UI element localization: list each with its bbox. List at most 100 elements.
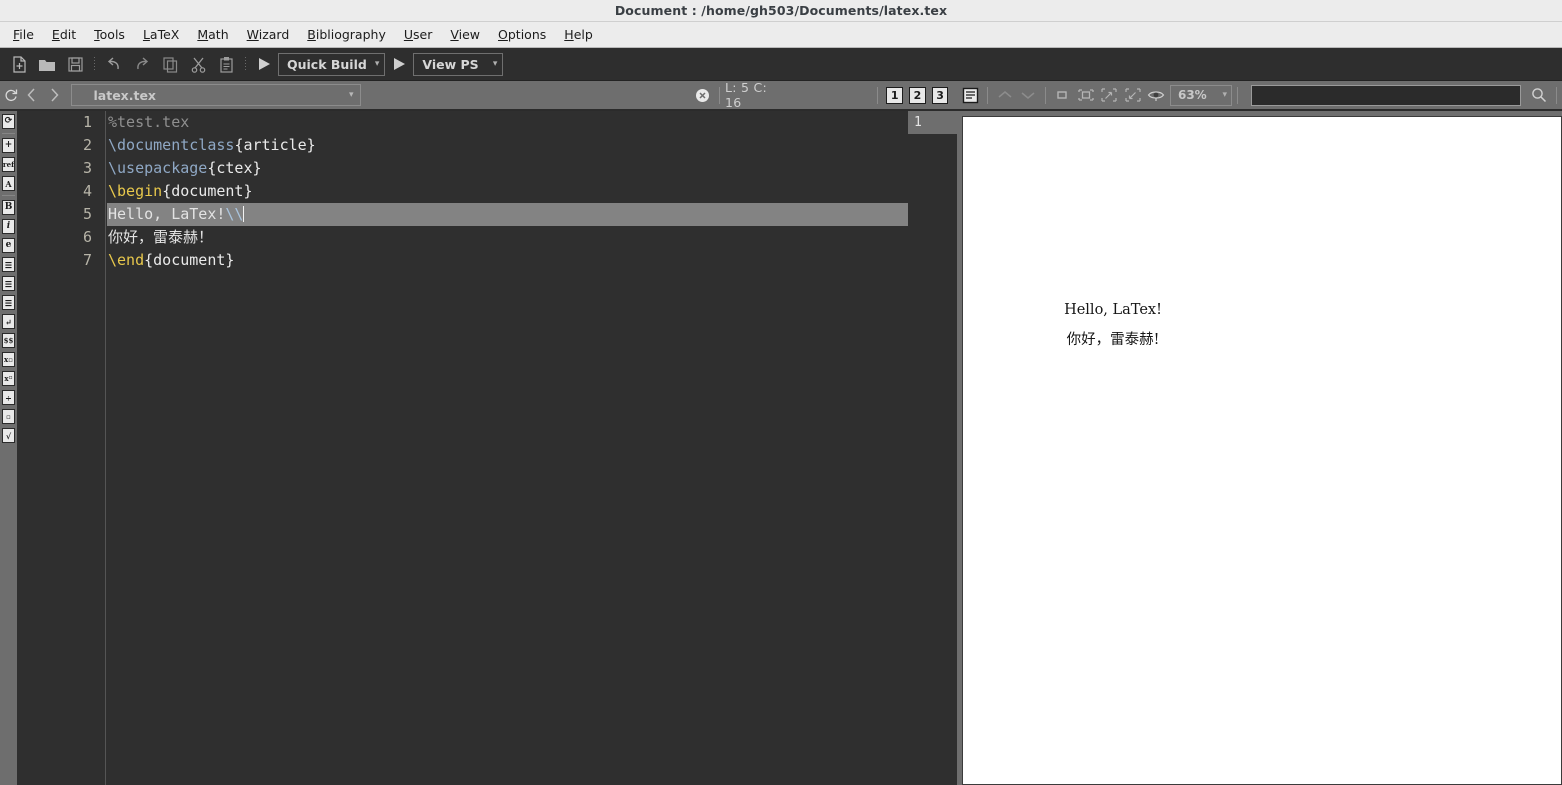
italic-icon[interactable]: i (1, 217, 16, 236)
sqrt-icon[interactable]: √ (1, 426, 16, 445)
menu-wizard[interactable]: Wizard (238, 24, 299, 45)
token-argument: {ctex} (207, 159, 262, 177)
close-circle-icon[interactable] (691, 83, 714, 107)
menu-latex[interactable]: LaTeX (134, 24, 188, 45)
menu-options[interactable]: Options (489, 24, 555, 45)
divider-2 (877, 86, 879, 104)
paste-icon[interactable] (213, 51, 239, 77)
secondary-toolbar: latex.tex ▾ L: 5 C: 16 1 2 3 63% ▾ (0, 80, 1562, 110)
menu-tools[interactable]: Tools (85, 24, 134, 45)
open-folder-icon[interactable] (34, 51, 60, 77)
page-marker-strip: 1 (908, 111, 957, 785)
chevron-up-icon[interactable] (993, 83, 1016, 107)
cursor-position: L: 5 C: 16 (724, 80, 768, 110)
zoom-in-icon[interactable] (1098, 83, 1121, 107)
menu-file[interactable]: File (4, 24, 43, 45)
menu-edit[interactable]: Edit (43, 24, 85, 45)
main-toolbar: Quick Build ▾ View PS ▾ (0, 48, 1562, 81)
divider-6 (1555, 86, 1557, 104)
quick-build-dropdown[interactable]: Quick Build ▾ (278, 52, 386, 76)
toolbar-separator (90, 54, 99, 74)
cut-icon[interactable] (185, 51, 211, 77)
nav-back-button[interactable] (20, 83, 43, 107)
emphasis-icon[interactable]: e (1, 236, 16, 255)
chevron-down-icon-zoom: ▾ (1222, 90, 1227, 100)
binomial-icon[interactable]: ▫ (1, 407, 16, 426)
window-titlebar: Document : /home/gh503/Documents/latex.t… (0, 0, 1562, 22)
chevron-down-icon-2: ▾ (492, 59, 498, 69)
line-number: 7 (82, 251, 92, 269)
menu-view[interactable]: View (441, 24, 489, 45)
zoom-level-dropdown[interactable]: 63% ▾ (1169, 84, 1232, 106)
line-number: 4 (82, 182, 92, 200)
code-line-5-current[interactable]: Hello, LaTex!\\ (107, 203, 934, 226)
insert-icon[interactable]: + (1, 136, 16, 155)
source-editor[interactable]: 1 2 3 4 5 6 7 %test.tex \documentclass{a… (17, 111, 957, 785)
toolbar-separator-2 (241, 54, 250, 74)
run-view-icon[interactable] (387, 52, 411, 76)
token-command: \documentclass (108, 136, 235, 154)
view-mode-3[interactable]: 3 (931, 86, 949, 104)
chevron-down-icon-nav[interactable] (1016, 83, 1039, 107)
copy-icon[interactable] (157, 51, 183, 77)
save-icon[interactable] (62, 51, 88, 77)
menu-math[interactable]: Math (188, 24, 237, 45)
view-mode-1[interactable]: 1 (886, 86, 904, 104)
search-input[interactable] (1251, 87, 1520, 106)
token-command: \usepackage (108, 159, 208, 177)
nav-forward-button[interactable] (43, 83, 66, 107)
eye-icon[interactable] (1145, 83, 1168, 107)
token-argument: {document} (162, 182, 253, 200)
view-ps-dropdown[interactable]: View PS ▾ (413, 52, 504, 76)
search-input-wrapper[interactable] (1250, 84, 1521, 106)
code-line-4[interactable]: \begin{document} (107, 180, 934, 203)
run-build-icon[interactable] (252, 52, 276, 76)
token-keyword: \begin (108, 182, 163, 200)
zoom-out-icon[interactable] (1121, 83, 1144, 107)
label-icon[interactable]: A (1, 174, 16, 193)
align-justify-icon[interactable]: ☰ (1, 293, 16, 312)
code-line-7[interactable]: \end{document} (107, 249, 934, 272)
search-icon[interactable] (1527, 83, 1551, 107)
window-title: Document : /home/gh503/Documents/latex.t… (614, 3, 948, 18)
redo-icon[interactable] (129, 51, 155, 77)
new-file-icon[interactable] (6, 51, 32, 77)
quick-build-label: Quick Build (287, 56, 367, 72)
pdf-page[interactable]: Hello, LaTex! 你好，雷泰赫! (962, 116, 1562, 785)
subscript-icon[interactable]: x▫ (1, 350, 16, 369)
align-left-icon[interactable]: ☰ (1, 255, 16, 274)
chevron-down-icon: ▾ (374, 59, 380, 69)
code-line-1[interactable]: %test.tex (107, 111, 934, 134)
menu-bibliography[interactable]: Bibliography (298, 24, 395, 45)
menu-help[interactable]: Help (555, 24, 602, 45)
structure-list-icon[interactable] (958, 83, 981, 107)
menu-user[interactable]: User (395, 24, 442, 45)
token-text: Hello, LaTex! (108, 205, 226, 223)
reference-icon[interactable]: ref (1, 155, 16, 174)
token-comment: %test.tex (108, 113, 190, 131)
token-argument: {article} (234, 136, 316, 154)
view-ps-label: View PS (422, 56, 479, 72)
refresh-icon-rail[interactable]: ⟳ (1, 112, 16, 131)
open-file-dropdown[interactable]: latex.tex ▾ (70, 84, 361, 106)
code-area[interactable]: %test.tex \documentclass{article} \usepa… (107, 111, 934, 785)
code-line-2[interactable]: \documentclass{article} (107, 134, 934, 157)
bold-icon[interactable]: B (1, 198, 16, 217)
fit-width-icon[interactable] (1074, 83, 1097, 107)
align-center-icon[interactable]: ☰ (1, 274, 16, 293)
token-linebreak: \\ (225, 205, 244, 223)
pdf-preview-pane[interactable]: Hello, LaTex! 你好，雷泰赫! (957, 111, 1562, 785)
main-body: ⟳ + ref A B i e ☰ ☰ ☰ ↵ $$ x▫ x ▫ ÷ ▫ √ 1… (0, 111, 1562, 785)
line-number: 6 (82, 228, 92, 246)
math-display-icon[interactable]: $$ (1, 331, 16, 350)
refresh-icon[interactable] (2, 83, 20, 107)
code-line-3[interactable]: \usepackage{ctex} (107, 157, 934, 180)
code-line-6[interactable]: 你好，雷泰赫！ (107, 226, 934, 249)
undo-icon[interactable] (101, 51, 127, 77)
view-mode-2[interactable]: 2 (909, 86, 926, 104)
fraction-icon[interactable]: ÷ (1, 388, 16, 407)
newline-icon[interactable]: ↵ (1, 312, 16, 331)
fit-page-icon[interactable] (1051, 83, 1074, 107)
pdf-line-1: Hello, LaTex! (1064, 302, 1162, 318)
superscript-icon[interactable]: x ▫ (1, 369, 16, 388)
